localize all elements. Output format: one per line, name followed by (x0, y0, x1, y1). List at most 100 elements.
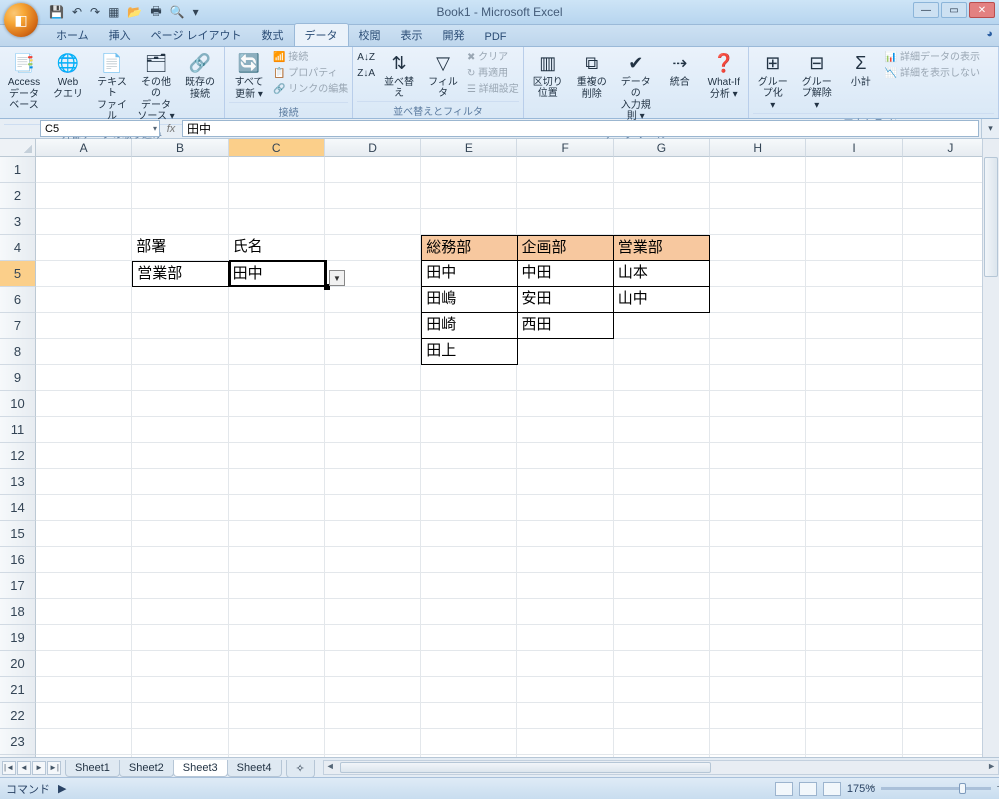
ribbon-tab-校閲[interactable]: 校閲 (349, 24, 391, 46)
cell-C10[interactable] (229, 391, 325, 417)
cell-E6[interactable]: 田嶋 (421, 287, 517, 313)
name-box[interactable]: C5 (40, 120, 160, 137)
cell-C2[interactable] (229, 183, 325, 209)
cell-I13[interactable] (806, 469, 902, 495)
tab-nav-last-icon[interactable]: ►| (47, 761, 61, 775)
cell-I8[interactable] (806, 339, 902, 365)
cell-F8[interactable] (518, 339, 614, 365)
cell-D16[interactable] (325, 547, 421, 573)
qat-print-icon[interactable]: 🖶 (147, 1, 164, 24)
cell-A22[interactable] (36, 703, 132, 729)
cell-H4[interactable] (710, 235, 806, 261)
cell-E13[interactable] (421, 469, 517, 495)
cell-B23[interactable] (132, 729, 228, 755)
cell-I7[interactable] (806, 313, 902, 339)
ribbon-btn-テキスト[interactable]: 📄 テキストファイル (92, 50, 132, 124)
help-icon[interactable]: ◕ (986, 28, 993, 40)
cell-A3[interactable] (36, 209, 132, 235)
cell-B13[interactable] (132, 469, 228, 495)
cell-G15[interactable] (614, 521, 710, 547)
cell-E10[interactable] (421, 391, 517, 417)
cell-B20[interactable] (132, 651, 228, 677)
cell-E9[interactable] (421, 365, 517, 391)
cell-C12[interactable] (229, 443, 325, 469)
cell-A4[interactable] (36, 235, 132, 261)
qat-more-icon[interactable]: ▾ (190, 4, 202, 20)
cell-B12[interactable] (132, 443, 228, 469)
cell-C8[interactable] (229, 339, 325, 365)
cell-A15[interactable] (36, 521, 132, 547)
vertical-scroll-thumb[interactable] (984, 157, 998, 277)
tab-nav-first-icon[interactable]: |◄ (2, 761, 16, 775)
cell-C21[interactable] (229, 677, 325, 703)
cell-I22[interactable] (806, 703, 902, 729)
col-header-E[interactable]: E (421, 139, 517, 157)
cell-F15[interactable] (517, 521, 613, 547)
ribbon-small[interactable]: ↻ 再適用 (467, 66, 519, 82)
cell-B11[interactable] (132, 417, 228, 443)
cell-E12[interactable] (421, 443, 517, 469)
cell-G23[interactable] (614, 729, 710, 755)
cell-B16[interactable] (132, 547, 228, 573)
cell-D10[interactable] (325, 391, 421, 417)
sheet-tab-Sheet4[interactable]: Sheet4 (227, 760, 282, 777)
fx-icon[interactable]: fx (160, 119, 182, 138)
cell-E2[interactable] (421, 183, 517, 209)
cell-G8[interactable] (614, 339, 710, 365)
cell-F13[interactable] (517, 469, 613, 495)
ribbon-btn-グループ化[interactable]: ⊞ グループ化▾ (753, 50, 793, 113)
col-header-G[interactable]: G (614, 139, 710, 157)
cell-D18[interactable] (325, 599, 421, 625)
cell-B15[interactable] (132, 521, 228, 547)
row-header-18[interactable]: 18 (0, 599, 36, 625)
cell-H7[interactable] (710, 313, 806, 339)
sheet-tab-Sheet1[interactable]: Sheet1 (65, 760, 120, 777)
cell-A11[interactable] (36, 417, 132, 443)
cell-B19[interactable] (132, 625, 228, 651)
cell-F5[interactable]: 中田 (518, 261, 614, 287)
cell-G13[interactable] (614, 469, 710, 495)
cell-B5[interactable]: 営業部 (132, 261, 228, 287)
cell-H6[interactable] (710, 287, 806, 313)
qat-save-icon[interactable]: 💾 (46, 4, 67, 20)
row-header-15[interactable]: 15 (0, 521, 36, 547)
cell-I18[interactable] (806, 599, 902, 625)
cell-D6[interactable] (325, 287, 421, 313)
cell-F2[interactable] (517, 183, 613, 209)
cell-E4[interactable]: 総務部 (421, 235, 517, 261)
ribbon-btn-並べ替え[interactable]: ⇅ 並べ替え (379, 50, 419, 101)
row-header-23[interactable]: 23 (0, 729, 36, 755)
cell-C9[interactable] (229, 365, 325, 391)
cell-F14[interactable] (517, 495, 613, 521)
row-header-10[interactable]: 10 (0, 391, 36, 417)
ribbon-tab-ページ レイアウト[interactable]: ページ レイアウト (141, 24, 252, 46)
cell-A8[interactable] (36, 339, 132, 365)
row-header-19[interactable]: 19 (0, 625, 36, 651)
cell-D19[interactable] (325, 625, 421, 651)
cell-I15[interactable] (806, 521, 902, 547)
cell-F23[interactable] (517, 729, 613, 755)
cell-H2[interactable] (710, 183, 806, 209)
ribbon-btn-グループ解除[interactable]: ⊟ グループ解除▾ (797, 50, 837, 113)
ribbon-btn-フィルタ[interactable]: ▽ フィルタ (423, 50, 463, 101)
cell-H21[interactable] (710, 677, 806, 703)
cell-I11[interactable] (806, 417, 902, 443)
cell-A14[interactable] (36, 495, 132, 521)
cell-I5[interactable] (806, 261, 902, 287)
cell-I4[interactable] (806, 235, 902, 261)
cell-F18[interactable] (517, 599, 613, 625)
row-headers[interactable]: 123456789101112131415161718192021222324 (0, 157, 36, 757)
row-header-13[interactable]: 13 (0, 469, 36, 495)
cell-A7[interactable] (36, 313, 132, 339)
cell-B6[interactable] (132, 287, 228, 313)
cell-H22[interactable] (710, 703, 806, 729)
ribbon-btn-データの[interactable]: ✔ データの入力規則 ▾ (616, 50, 656, 124)
cell-A13[interactable] (36, 469, 132, 495)
tab-nav-next-icon[interactable]: ► (32, 761, 46, 775)
cell-F10[interactable] (517, 391, 613, 417)
cell-C19[interactable] (229, 625, 325, 651)
view-layout-button[interactable] (799, 782, 817, 796)
cell-B21[interactable] (132, 677, 228, 703)
cell-D9[interactable] (325, 365, 421, 391)
ribbon-small[interactable]: 📊 詳細データの表示 (885, 50, 980, 66)
